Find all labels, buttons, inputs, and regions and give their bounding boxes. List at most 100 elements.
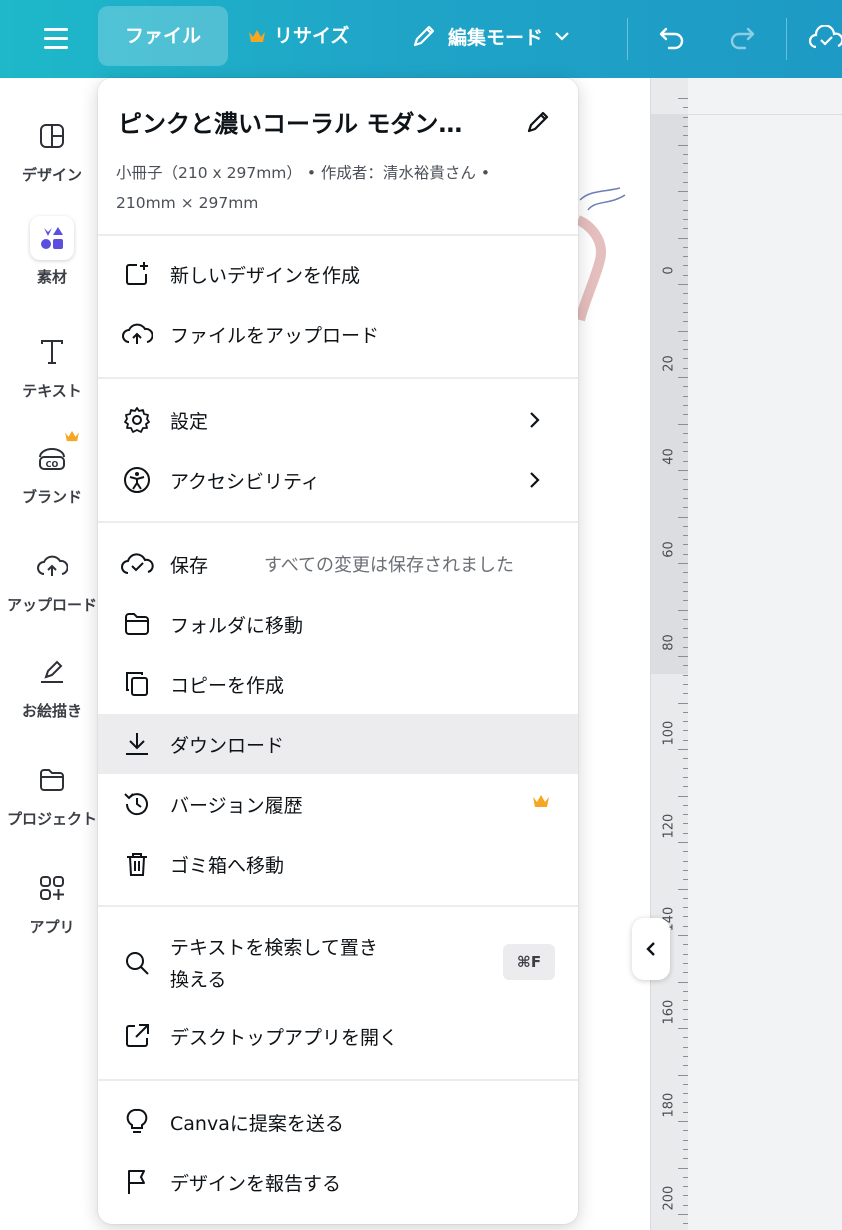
sidebar-item-projects[interactable]: プロジェクト — [0, 758, 104, 829]
menu-item-accessibility[interactable]: アクセシビリティ — [98, 450, 578, 510]
menu-item-upload-file[interactable]: ファイルをアップロード — [98, 304, 578, 364]
sidebar-item-text[interactable]: テキスト — [0, 330, 104, 401]
edit-title-icon[interactable] — [522, 106, 554, 138]
sidebar-item-draw[interactable]: お絵描き — [0, 650, 104, 721]
menu-item-label: フォルダに移動 — [170, 614, 304, 637]
menu-item-new-design[interactable]: 新しいデザインを作成 — [98, 244, 578, 304]
menu-item-label: テキストを検索して置き 換える — [170, 932, 378, 996]
menu-item-label: Canvaに提案を送る — [170, 1112, 344, 1135]
trash-icon — [120, 849, 154, 879]
sidebar-item-label: 素材 — [36, 268, 67, 286]
ruler-tick — [678, 516, 688, 518]
menu-item-open-desktop-app[interactable]: デスクトップアプリを開く — [98, 1006, 578, 1066]
ruler-tick — [678, 981, 688, 983]
ruler-tick — [678, 609, 688, 611]
new-design-icon — [120, 259, 154, 289]
sidebar-item-brand[interactable]: CO ブランド — [0, 430, 104, 507]
sidebar-item-uploads[interactable]: アップロード — [0, 544, 104, 615]
menu-item-label-line: テキストを検索して置き — [170, 937, 378, 959]
ruler-tick — [678, 377, 688, 378]
upload-cloud-icon — [120, 319, 154, 349]
left-sidebar: デザイン 素材 テキスト CO ブランド アップロード お絵描き プロジェクト … — [0, 78, 104, 1230]
collapse-panel-button[interactable] — [632, 918, 670, 980]
menu-item-label: 新しいデザインを作成 — [170, 264, 361, 287]
ruler-tick — [678, 702, 688, 704]
text-icon — [30, 330, 74, 374]
menu-item-find-replace[interactable]: テキストを検索して置き 換える ⌘F — [98, 920, 578, 1006]
ruler-tick — [678, 98, 688, 99]
file-dropdown-menu: ピンクと濃いコーラル モダン… 小冊子（210 x 297mm） • 作成者：清… — [98, 78, 578, 1224]
menu-item-report-design[interactable]: デザインを報告する — [98, 1152, 578, 1212]
menu-item-label: ゴミ箱へ移動 — [170, 854, 285, 877]
sidebar-item-label: お絵描き — [21, 702, 82, 720]
ruler-label: 160 — [661, 999, 677, 1025]
ruler-label: 180 — [661, 1092, 677, 1118]
download-icon — [120, 729, 154, 759]
search-icon — [120, 948, 154, 978]
elements-icon — [30, 216, 74, 260]
ruler-tick — [678, 470, 688, 471]
resize-button[interactable]: リサイズ — [248, 6, 349, 66]
crown-icon — [248, 29, 266, 43]
brand-icon: CO — [30, 430, 79, 480]
resize-label: リサイズ — [274, 25, 350, 47]
edit-mode-label: 編集モード — [448, 26, 544, 49]
save-check-cloud-icon — [120, 549, 154, 579]
sidebar-item-elements[interactable]: 素材 — [0, 216, 104, 287]
chevron-down-icon — [553, 30, 571, 42]
edit-mode-button[interactable]: 編集モード — [410, 6, 571, 66]
menu-item-settings[interactable]: 設定 — [98, 390, 578, 450]
menu-item-download[interactable]: ダウンロード — [98, 714, 578, 774]
workspace-background — [688, 78, 842, 1230]
pencil-icon — [410, 22, 438, 50]
undo-icon[interactable] — [652, 20, 692, 56]
ruler-tick — [678, 191, 688, 192]
sidebar-item-design[interactable]: デザイン — [0, 114, 104, 185]
ruler-tick — [678, 1121, 688, 1122]
apps-icon — [30, 866, 74, 910]
ruler-tick — [678, 284, 688, 285]
ruler-label: 80 — [661, 634, 677, 651]
file-menu-button[interactable]: ファイル — [98, 6, 228, 66]
shortcut-badge: ⌘F — [503, 944, 555, 980]
vertical-ruler: 0 20 40 60 80 100 120 140 160 180 200 — [650, 78, 689, 1230]
menu-item-version-history[interactable]: バージョン履歴 — [98, 774, 578, 834]
crown-icon — [64, 430, 80, 442]
sidebar-item-apps[interactable]: アプリ — [0, 866, 104, 937]
folder-icon — [30, 758, 74, 802]
chevron-right-icon — [524, 408, 544, 432]
sidebar-item-label: アプリ — [29, 918, 75, 936]
ruler-tick — [678, 656, 688, 657]
toolbar-divider — [627, 18, 628, 60]
ruler-tick — [678, 1074, 688, 1076]
menu-item-make-copy[interactable]: コピーを作成 — [98, 654, 578, 714]
hamburger-menu-icon[interactable] — [36, 21, 76, 57]
toolbar-divider — [786, 18, 787, 60]
ruler-label: 40 — [661, 448, 677, 465]
menu-item-label-line: 換える — [170, 969, 227, 991]
ruler-tick — [678, 888, 688, 890]
chevron-left-icon — [644, 940, 658, 958]
upload-cloud-icon — [30, 544, 74, 588]
menu-item-label: ファイルをアップロード — [170, 324, 380, 347]
menu-item-move-to-trash[interactable]: ゴミ箱へ移動 — [98, 834, 578, 894]
sidebar-item-label: アップロード — [6, 596, 97, 614]
settings-gear-icon — [120, 405, 154, 435]
redo-icon[interactable] — [722, 20, 762, 56]
menu-item-label: 保存 — [170, 554, 209, 577]
menu-item-label: デスクトップアプリを開く — [170, 1026, 399, 1049]
chevron-right-icon — [524, 468, 544, 492]
design-meta: 小冊子（210 x 297mm） • 作成者：清水裕貴さん • 210mm × … — [116, 158, 556, 218]
menu-item-move-to-folder[interactable]: フォルダに移動 — [98, 594, 578, 654]
cloud-saved-icon[interactable] — [806, 20, 842, 56]
menu-item-label: バージョン履歴 — [170, 794, 303, 817]
ruler-label: 20 — [661, 355, 677, 372]
ruler-label: 60 — [661, 541, 677, 558]
design-meta-line: 210mm × 297mm — [116, 194, 259, 212]
menu-item-save[interactable]: 保存 すべての変更は保存されました — [98, 534, 578, 594]
ruler-tick — [678, 330, 688, 332]
ruler-tick — [678, 423, 688, 425]
menu-item-send-feedback[interactable]: Canvaに提案を送る — [98, 1092, 578, 1152]
menu-item-label: アクセシビリティ — [170, 470, 320, 493]
menu-item-label: ダウンロード — [170, 734, 285, 757]
